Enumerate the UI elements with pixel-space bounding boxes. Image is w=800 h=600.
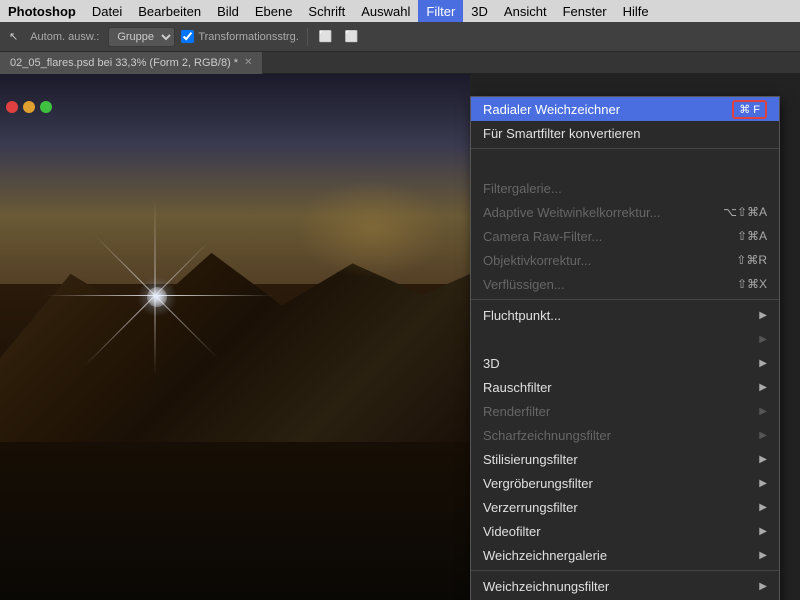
menu-label-scharfzeichnungsfilter: Rauschfilter	[483, 380, 552, 395]
menu-label-sonstige-filter: Weichzeichnergalerie	[483, 548, 607, 563]
menu-shortcut-fluchtpunkt: ⇧⌘X	[737, 277, 767, 291]
menu-label-digimarc: Weichzeichnungsfilter	[483, 579, 609, 594]
app-name: Photoshop	[6, 4, 84, 19]
menu-item-sonstige-filter[interactable]: Weichzeichnergalerie ▶	[471, 543, 779, 567]
move-tool-icon: ↖	[6, 30, 21, 43]
menu-shortcut-radialer-weichzeichner: ⌘ F	[732, 100, 767, 119]
menu-filter[interactable]: Filter	[418, 0, 463, 22]
menu-item-fluchtpunkt: Verflüssigen... ⇧⌘X	[471, 272, 779, 296]
tab-close-icon[interactable]: ✕	[244, 57, 252, 68]
menu-3d[interactable]: 3D	[463, 0, 496, 22]
menu-label-vergroberungsfilter: Scharfzeichnungsfilter	[483, 428, 611, 443]
auto-select-dropdown[interactable]: Gruppe	[108, 27, 175, 47]
toolbar: ↖ Autom. ausw.: Gruppe Transformationsst…	[0, 22, 800, 52]
menu-hilfe[interactable]: Hilfe	[615, 0, 657, 22]
menu-label-videofilter: Vergröberungsfilter	[483, 476, 593, 491]
menu-item-filtergalerie[interactable]	[471, 152, 779, 176]
canvas-area: Radialer Weichzeichner ⌘ F Für Smartfilt…	[0, 74, 800, 600]
menu-label-verfluessigen: Objektivkorrektur...	[483, 253, 591, 268]
arrow-icon-videofilter: ▶	[759, 478, 767, 489]
arrow-icon-vergroberungsfilter: ▶	[759, 430, 767, 441]
maximize-button[interactable]	[40, 101, 52, 113]
toolbar-separator-1	[307, 28, 308, 46]
traffic-lights	[6, 101, 52, 113]
separator-2	[471, 299, 779, 300]
align-left-icon[interactable]: ⬜	[316, 30, 336, 43]
menu-shortcut-camera-raw: ⌥⇧⌘A	[723, 205, 767, 219]
menu-label-radialer-weichzeichner: Radialer Weichzeichner	[483, 102, 620, 117]
transform-label: Transformationsstrg.	[198, 31, 298, 43]
arrow-icon-scharfzeichnungsfilter: ▶	[759, 382, 767, 393]
menu-label-fluchtpunkt: Verflüssigen...	[483, 277, 565, 292]
menu-item-rauschfilter: ▶	[471, 327, 779, 351]
arrow-icon-renderfilter: ▶	[759, 358, 767, 369]
menu-label-weichzeichnungsfilter: Videofilter	[483, 524, 541, 539]
menu-shortcut-objektivkorrektur: ⇧⌘A	[737, 229, 767, 243]
menu-item-3d[interactable]: Fluchtpunkt... ▶	[471, 303, 779, 327]
menu-item-weichzeichnungsfilter[interactable]: Videofilter ▶	[471, 519, 779, 543]
menu-fenster[interactable]: Fenster	[555, 0, 615, 22]
menu-item-scharfzeichnungsfilter[interactable]: Rauschfilter ▶	[471, 375, 779, 399]
menu-label-weichzeichnergalerie: Verzerrungsfilter	[483, 500, 578, 515]
auto-select-label: Autom. ausw.:	[27, 31, 102, 43]
menu-label-stilisierungsfilter: Renderfilter	[483, 404, 550, 419]
menu-item-radialer-weichzeichner[interactable]: Radialer Weichzeichner ⌘ F	[471, 97, 779, 121]
menu-item-weichzeichnergalerie[interactable]: Verzerrungsfilter ▶	[471, 495, 779, 519]
arrow-icon-rauschfilter: ▶	[759, 334, 767, 345]
menu-label-adaptive-weitwinkel: Filtergalerie...	[483, 181, 562, 196]
menubar: Photoshop Datei Bearbeiten Bild Ebene Sc…	[0, 0, 800, 22]
arrow-icon-verzerrungsfilter: ▶	[759, 454, 767, 465]
arrow-icon-digimarc: ▶	[759, 581, 767, 592]
menu-bild[interactable]: Bild	[209, 0, 247, 22]
transform-checkbox[interactable]	[181, 30, 194, 43]
arrow-icon-stilisierungsfilter: ▶	[759, 406, 767, 417]
menu-schrift[interactable]: Schrift	[300, 0, 353, 22]
align-center-icon[interactable]: ⬜	[341, 30, 361, 43]
menu-item-stilisierungsfilter: Renderfilter ▶	[471, 399, 779, 423]
menu-auswahl[interactable]: Auswahl	[353, 0, 418, 22]
minimize-button[interactable]	[23, 101, 35, 113]
menu-label-verzerrungsfilter: Stilisierungsfilter	[483, 452, 578, 467]
menu-item-renderfilter[interactable]: 3D ▶	[471, 351, 779, 375]
menu-item-verzerrungsfilter[interactable]: Stilisierungsfilter ▶	[471, 447, 779, 471]
menu-ansicht[interactable]: Ansicht	[496, 0, 555, 22]
menu-item-verfluessigen: Objektivkorrektur... ⇧⌘R	[471, 248, 779, 272]
menu-label-objektivkorrektur: Camera Raw-Filter...	[483, 229, 602, 244]
menu-item-objektivkorrektur: Camera Raw-Filter... ⇧⌘A	[471, 224, 779, 248]
arrow-icon-weichzeichnungsfilter: ▶	[759, 526, 767, 537]
menu-item-vergroberungsfilter: Scharfzeichnungsfilter ▶	[471, 423, 779, 447]
menu-label-camera-raw: Adaptive Weitwinkelkorrektur...	[483, 205, 661, 220]
menu-item-digimarc[interactable]: Weichzeichnungsfilter ▶	[471, 574, 779, 598]
close-button[interactable]	[6, 101, 18, 113]
menu-item-smartfilter[interactable]: Für Smartfilter konvertieren	[471, 121, 779, 145]
menu-label-smartfilter: Für Smartfilter konvertieren	[483, 126, 641, 141]
menu-shortcut-verfluessigen: ⇧⌘R	[736, 253, 767, 267]
menu-bearbeiten[interactable]: Bearbeiten	[130, 0, 209, 22]
tabbar: 02_05_flares.psd bei 33,3% (Form 2, RGB/…	[0, 52, 800, 74]
document-tab[interactable]: 02_05_flares.psd bei 33,3% (Form 2, RGB/…	[0, 52, 263, 74]
filter-dropdown-menu: Radialer Weichzeichner ⌘ F Für Smartfilt…	[470, 96, 780, 600]
menu-item-videofilter[interactable]: Vergröberungsfilter ▶	[471, 471, 779, 495]
menu-item-adaptive-weitwinkel: Filtergalerie...	[471, 176, 779, 200]
menu-ebene[interactable]: Ebene	[247, 0, 301, 22]
arrow-icon-sonstige-filter: ▶	[759, 550, 767, 561]
menu-label-renderfilter: 3D	[483, 356, 500, 371]
arrow-icon-3d: ▶	[759, 310, 767, 321]
separator-3	[471, 570, 779, 571]
tab-filename: 02_05_flares.psd bei 33,3% (Form 2, RGB/…	[10, 57, 238, 69]
menu-item-camera-raw: Adaptive Weitwinkelkorrektur... ⌥⇧⌘A	[471, 200, 779, 224]
canvas-image	[0, 74, 470, 600]
separator-1	[471, 148, 779, 149]
menu-datei[interactable]: Datei	[84, 0, 130, 22]
menu-label-3d: Fluchtpunkt...	[483, 308, 561, 323]
arrow-icon-weichzeichnergalerie: ▶	[759, 502, 767, 513]
